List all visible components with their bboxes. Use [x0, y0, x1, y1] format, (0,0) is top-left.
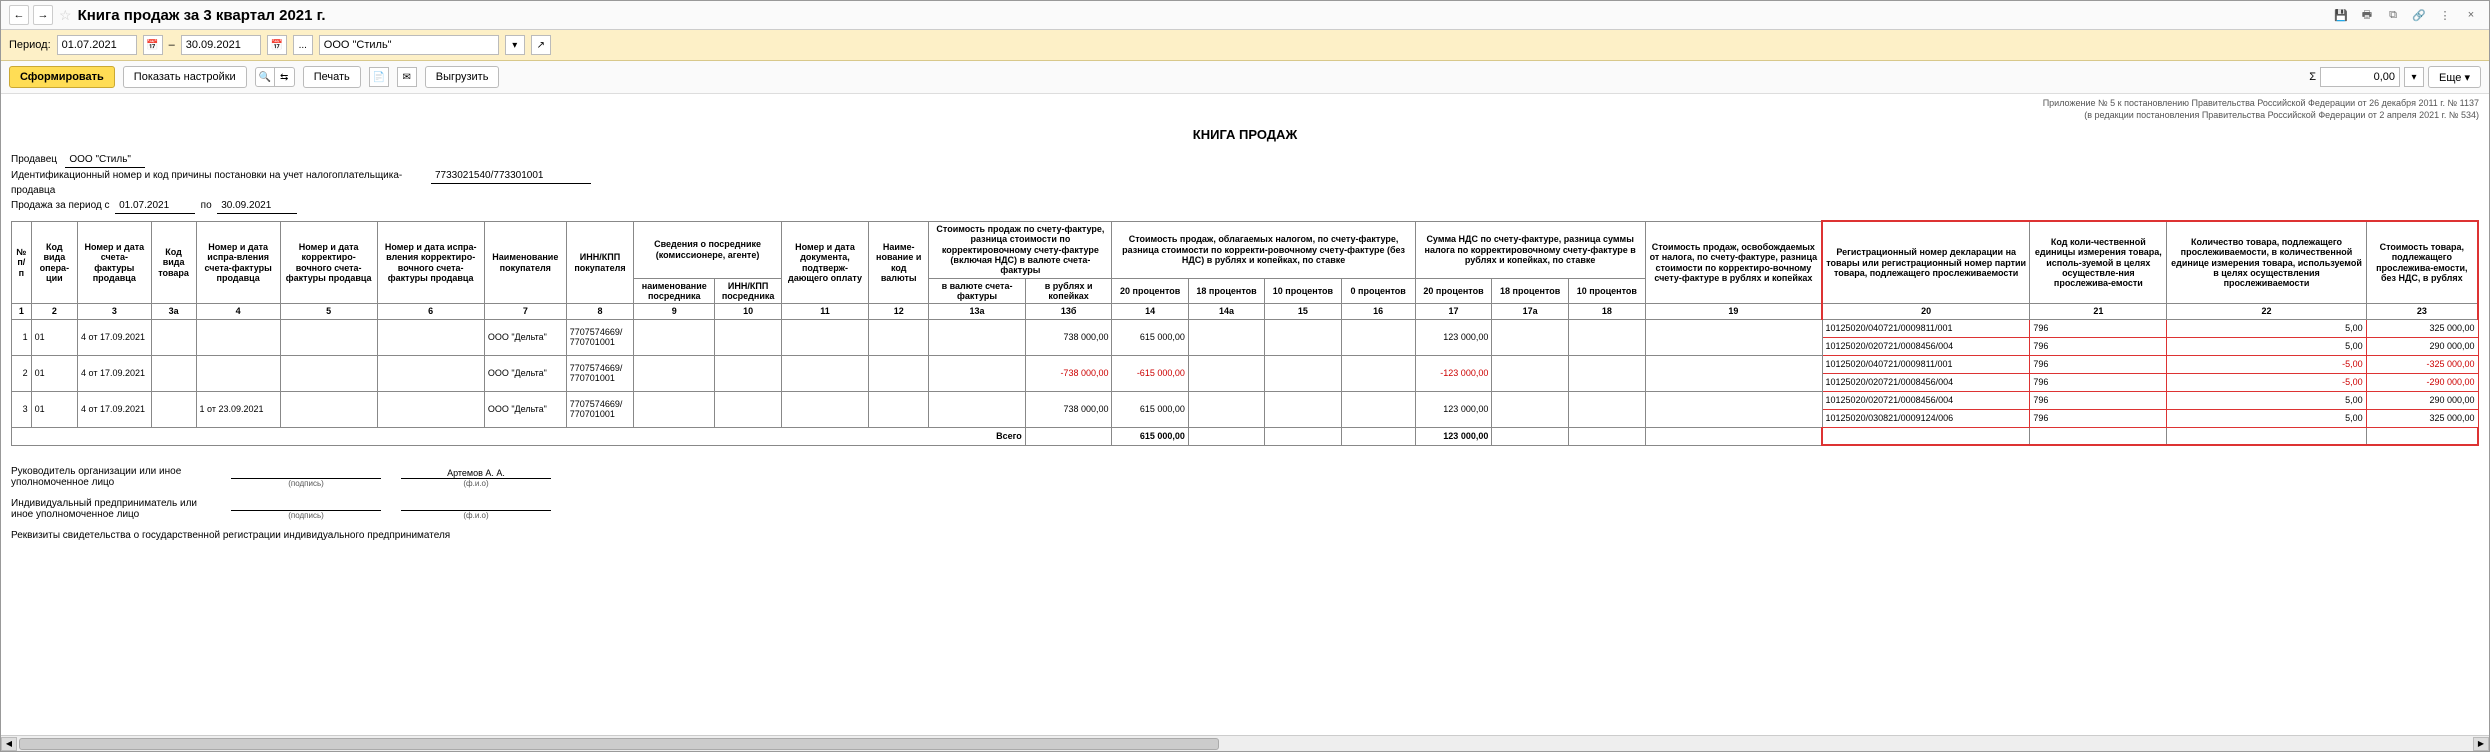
col-21: Код коли-чественной единицы измерения то…	[2030, 221, 2167, 303]
organization-input[interactable]	[319, 35, 499, 55]
date-to-input[interactable]	[181, 35, 261, 55]
horizontal-scrollbar[interactable]: ◀ ▶	[1, 735, 2489, 751]
period-label: Период:	[9, 39, 51, 51]
table-row[interactable]: 3014 от 17.09.20211 от 23.09.2021ООО "Де…	[12, 391, 2479, 409]
show-settings-button[interactable]: Показать настройки	[123, 66, 247, 88]
org-dropdown-button[interactable]: ▾	[505, 35, 525, 55]
col-10: ИНН/КПП посредника	[715, 278, 782, 304]
date-sep: –	[169, 39, 175, 51]
favorite-star-icon[interactable]: ☆	[59, 7, 72, 24]
toolbar: Сформировать Показать настройки 🔍 ⇆ Печа…	[1, 61, 2489, 94]
col-6: Номер и дата испра-вления корректиро-воч…	[377, 221, 484, 303]
col-13b: в рублях и копейках	[1025, 278, 1112, 304]
totals-row: Всего 615 000,00 123 000,00	[12, 427, 2479, 445]
col-5: Номер и дата корректиро-вочного счета-фа…	[280, 221, 377, 303]
close-icon[interactable]: ×	[2461, 5, 2481, 25]
find-button[interactable]: 🔍	[255, 67, 275, 87]
table-row[interactable]: 2014 от 17.09.2021ООО "Дельта"7707574669…	[12, 355, 2479, 373]
col-17g: Сумма НДС по счету-фактуре, разница сумм…	[1415, 221, 1645, 278]
report-title: КНИГА ПРОДАЖ	[11, 127, 2479, 142]
period-picker-button[interactable]: ...	[293, 35, 313, 55]
col-3: Номер и дата счета-фактуры продавца	[78, 221, 152, 303]
col-7: Наименование покупателя	[484, 221, 566, 303]
signatures-block: Руководитель организации или иное уполно…	[11, 466, 2479, 541]
col-23: Стоимость товара, подлежащего прослежива…	[2366, 221, 2478, 303]
nav-back[interactable]: ←	[9, 5, 29, 25]
col-11: Номер и дата документа, подтверж-дающего…	[781, 221, 868, 303]
col-22: Количество товара, подлежащего прослежив…	[2167, 221, 2366, 303]
col-15: 10 процентов	[1265, 278, 1341, 304]
save-icon[interactable]: 💾	[2331, 5, 2351, 25]
print-icon[interactable]: 🖶	[2357, 5, 2377, 25]
scroll-right-button[interactable]: ▶	[2473, 737, 2489, 751]
more-button[interactable]: Еще ▾	[2428, 66, 2481, 88]
link-icon[interactable]: 🔗	[2409, 5, 2429, 25]
col-13a: в валюте счета-фактуры	[929, 278, 1025, 304]
col-9: наименование посредника	[634, 278, 715, 304]
table-row[interactable]: 1014 от 17.09.2021ООО "Дельта"7707574669…	[12, 319, 2479, 337]
date-from-input[interactable]	[57, 35, 137, 55]
scroll-thumb[interactable]	[19, 738, 1219, 750]
col-4: Номер и дата испра-вления счета-фактуры …	[196, 221, 280, 303]
scroll-left-button[interactable]: ◀	[1, 737, 17, 751]
email-button[interactable]: ✉	[397, 67, 417, 87]
form-button[interactable]: Сформировать	[9, 66, 115, 88]
print-button[interactable]: Печать	[303, 66, 361, 88]
more-icon[interactable]: ⋮	[2435, 5, 2455, 25]
col-19: Стоимость продаж, освобождаемых от налог…	[1645, 221, 1822, 303]
upload-button[interactable]: Выгрузить	[425, 66, 500, 88]
calendar-from-icon[interactable]: 📅	[143, 35, 163, 55]
col-3a: Код вида товара	[151, 221, 196, 303]
sum-menu-button[interactable]: ▾	[2404, 67, 2424, 87]
col-14a: 18 процентов	[1188, 278, 1264, 304]
titlebar: ← → ☆ Книга продаж за 3 квартал 2021 г. …	[1, 1, 2489, 30]
filter-bar: Период: 📅 – 📅 ... ▾ ↗	[1, 30, 2489, 61]
col-9g: Сведения о посреднике (комиссионере, аге…	[634, 221, 782, 278]
col-1: № п/п	[12, 221, 32, 303]
copy-icon[interactable]: ⧉	[2383, 5, 2403, 25]
col-17a: 18 процентов	[1492, 278, 1569, 304]
col-14g: Стоимость продаж, облагаемых налогом, по…	[1112, 221, 1415, 278]
sales-book-table: № п/п Код вида опера-ции Номер и дата сч…	[11, 220, 2479, 446]
nav-forward[interactable]: →	[33, 5, 53, 25]
col-14: 20 процентов	[1112, 278, 1188, 304]
org-open-button[interactable]: ↗	[531, 35, 551, 55]
col-16: 0 процентов	[1341, 278, 1415, 304]
col-17: 20 процентов	[1415, 278, 1492, 304]
col-13g: Стоимость продаж по счету-фактуре, разни…	[929, 221, 1112, 278]
sum-label: Σ	[2309, 71, 2316, 83]
export-excel-button[interactable]: 📄	[369, 67, 389, 87]
col-8: ИНН/КПП покупателя	[566, 221, 633, 303]
collapse-button[interactable]: ⇆	[275, 67, 295, 87]
report-area: Приложение № 5 к постановлению Правитель…	[1, 94, 2489, 735]
window-title: Книга продаж за 3 квартал 2021 г.	[78, 7, 326, 24]
calendar-to-icon[interactable]: 📅	[267, 35, 287, 55]
col-20: Регистрационный номер декларации на това…	[1822, 221, 2030, 303]
legal-text: Приложение № 5 к постановлению Правитель…	[11, 98, 2479, 121]
report-header: Продавец ООО "Стиль" Идентификационный н…	[11, 152, 2479, 214]
sum-value[interactable]	[2320, 67, 2400, 87]
col-2: Код вида опера-ции	[31, 221, 77, 303]
col-12: Наиме-нование и код валюты	[869, 221, 929, 303]
col-18: 10 процентов	[1569, 278, 1646, 304]
